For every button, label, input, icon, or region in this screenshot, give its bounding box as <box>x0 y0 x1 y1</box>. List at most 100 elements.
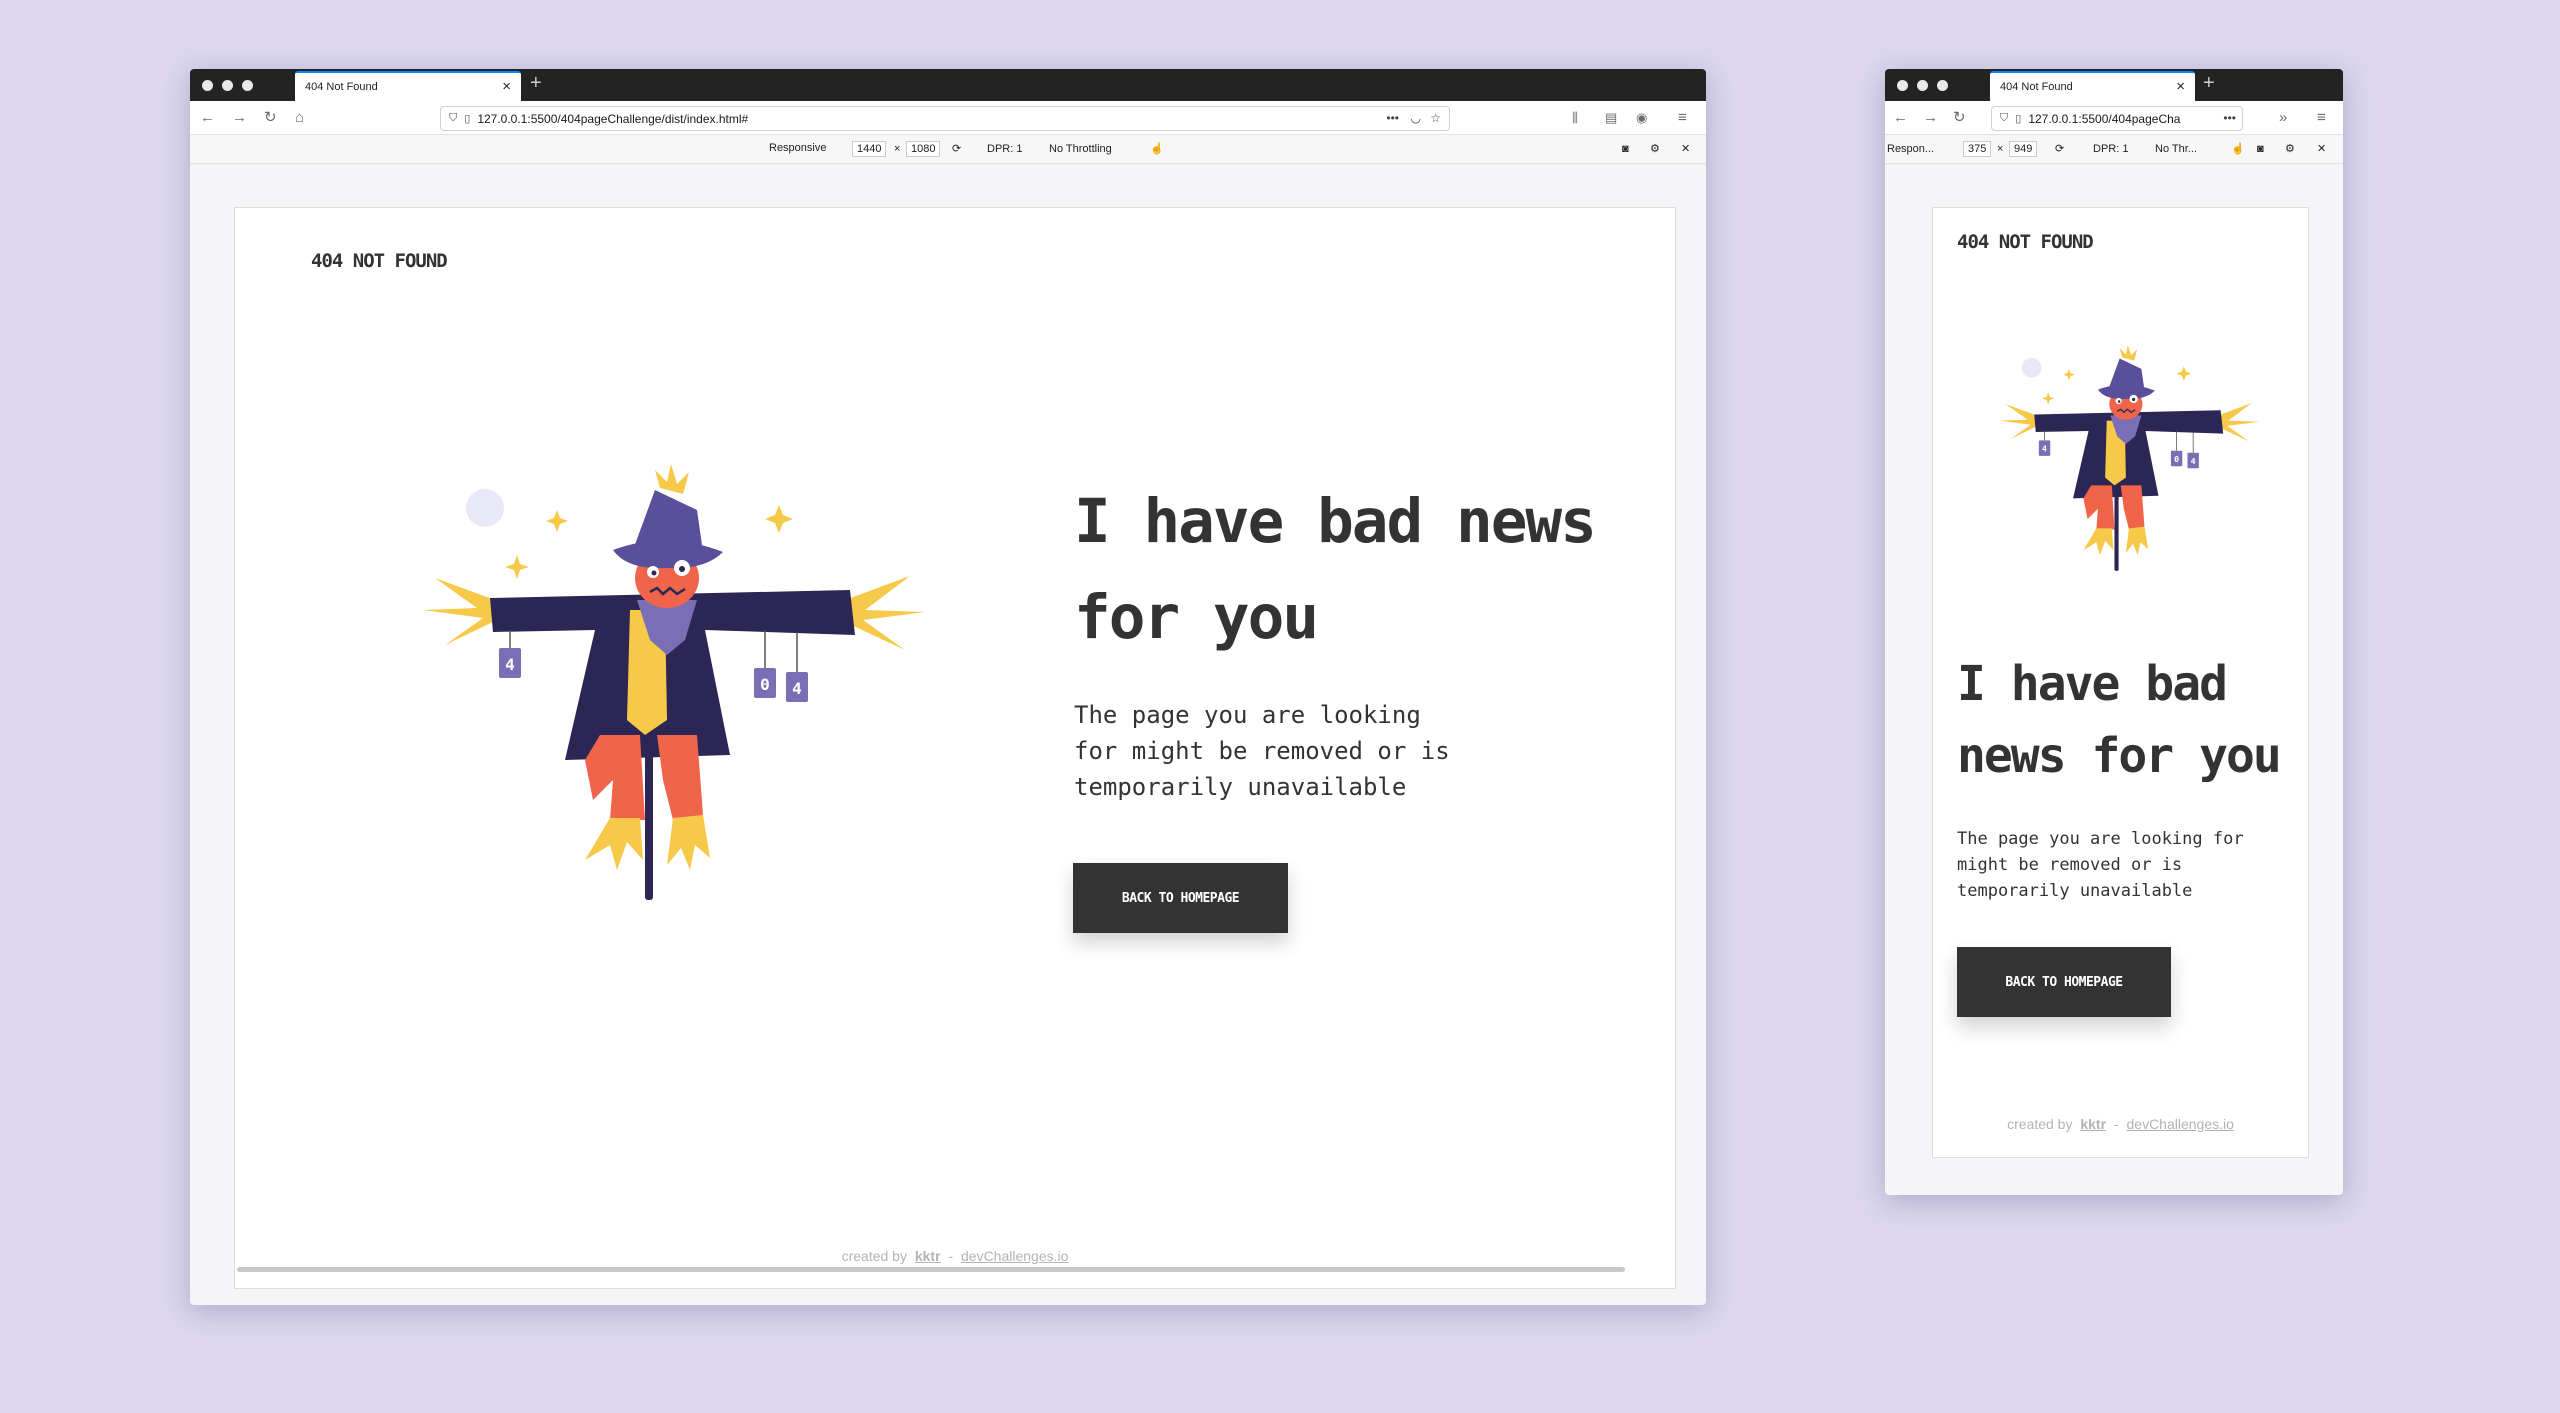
hanging-can-4: 4 <box>2038 440 2051 456</box>
close-window-button[interactable] <box>202 80 213 91</box>
page-description: The page you are looking for might be re… <box>1074 701 1450 801</box>
settings-gear-icon[interactable]: ⚙ <box>1650 142 1660 156</box>
menu-icon[interactable]: ≡ <box>2317 109 2326 127</box>
tab-strip: 404 Not Found × + <box>190 69 1706 101</box>
overflow-chevron-icon[interactable]: » <box>2279 109 2287 127</box>
settings-gear-icon[interactable]: ⚙ <box>2285 142 2295 156</box>
svg-text:4: 4 <box>505 655 515 674</box>
close-tab-icon[interactable]: × <box>2176 79 2185 94</box>
reload-icon[interactable]: ↻ <box>264 109 277 127</box>
svg-text:0: 0 <box>2174 454 2179 464</box>
page-icon: ▯ <box>2015 113 2022 125</box>
left-leg <box>585 735 645 820</box>
bookmark-star-icon[interactable]: ☆ <box>1430 111 1441 125</box>
throttling-select[interactable]: No Thr... <box>2155 142 2197 156</box>
rotate-icon[interactable]: ⟳ <box>2055 142 2064 156</box>
touch-simulation-icon[interactable]: ☝ <box>2231 142 2245 156</box>
device-select[interactable]: Respon... <box>1887 142 1934 156</box>
back-icon[interactable]: ← <box>200 109 215 127</box>
url-text: 127.0.0.1:5500/404pageCha <box>2028 111 2181 126</box>
url-text: 127.0.0.1:5500/404pageChallenge/dist/ind… <box>477 111 749 126</box>
menu-icon[interactable]: ≡ <box>1678 109 1687 127</box>
navigation-toolbar: ← → ↻ ⛉ ▯ 127.0.0.1:5500/404pageCha ••• … <box>1885 101 2343 135</box>
viewport-height-input[interactable]: 949 <box>2009 141 2038 157</box>
footer-separator: - <box>2113 1116 2119 1132</box>
dimension-separator: × <box>894 143 901 155</box>
dpr-select[interactable]: DPR: 1 <box>987 142 1022 156</box>
horizontal-scrollbar[interactable] <box>237 1267 1625 1272</box>
responsive-design-toolbar: Respon... 375 × 949 ⟳ DPR: 1 No Thr... ☝… <box>1885 135 2343 164</box>
tracking-shield-icon[interactable]: ⛉ <box>449 112 457 125</box>
device-select[interactable]: Responsive <box>765 141 830 155</box>
page-actions-icon[interactable]: ••• <box>1386 111 1399 125</box>
page-description: The page you are looking for might be re… <box>1957 829 2244 901</box>
new-tab-icon[interactable]: + <box>530 73 542 93</box>
reload-icon[interactable]: ↻ <box>1953 109 1966 127</box>
hanging-can-0: 0 <box>2170 450 2183 467</box>
right-leg <box>657 735 703 820</box>
address-bar[interactable]: ⛉ ▯ 127.0.0.1:5500/404pageCha ••• <box>1991 106 2243 131</box>
dimension-separator: × <box>1997 143 2004 155</box>
devchallenges-link[interactable]: devChallenges.io <box>961 1248 1068 1264</box>
desktop-browser-window: 404 Not Found × + ← → ↻ ⌂ ⛉ ▯ 127.0.0.1:… <box>190 69 1706 1305</box>
navigation-toolbar: ← → ↻ ⌂ ⛉ ▯ 127.0.0.1:5500/404pageChalle… <box>190 101 1706 135</box>
minimize-window-button[interactable] <box>222 80 233 91</box>
hanging-can-0: 0 <box>754 668 776 698</box>
screenshot-icon[interactable]: ◙ <box>1622 142 1629 156</box>
svg-text:4: 4 <box>792 679 802 698</box>
back-icon[interactable]: ← <box>1893 109 1908 127</box>
page-headline: I have bad news for you <box>1957 656 2282 784</box>
viewport-height-input[interactable]: 1080 <box>906 141 941 157</box>
home-icon[interactable]: ⌂ <box>295 109 304 127</box>
back-to-homepage-button[interactable]: BACK TO HOMEPAGE <box>1073 863 1288 933</box>
back-to-homepage-button[interactable]: BACK TO HOMEPAGE <box>1957 947 2171 1017</box>
dpr-select[interactable]: DPR: 1 <box>2093 142 2128 156</box>
mobile-browser-window: 404 Not Found × + ← → ↻ ⛉ ▯ 127.0.0.1:55… <box>1885 69 2343 1195</box>
author-link[interactable]: kktr <box>2080 1116 2106 1132</box>
page-actions-icon[interactable]: ••• <box>2219 111 2236 125</box>
footer-prefix: created by <box>841 1248 907 1264</box>
moon-decoration <box>466 489 504 527</box>
footer-separator: - <box>948 1248 954 1264</box>
minimize-window-button[interactable] <box>1917 80 1928 91</box>
page-icon: ▯ <box>464 113 471 125</box>
touch-simulation-icon[interactable]: ☝ <box>1150 142 1164 156</box>
library-icon[interactable]: ⫼ <box>1572 109 1578 127</box>
new-tab-icon[interactable]: + <box>2203 73 2215 93</box>
account-icon[interactable]: ◉ <box>1636 109 1647 127</box>
tracking-shield-icon[interactable]: ⛉ <box>2000 112 2008 125</box>
sidebar-icon[interactable]: ▤ <box>1605 109 1617 127</box>
hat-straw <box>655 464 689 494</box>
pocket-icon[interactable]: ◡ <box>1411 111 1421 125</box>
forward-icon[interactable]: → <box>232 109 247 127</box>
tab-404-not-found[interactable]: 404 Not Found × <box>1990 71 2195 101</box>
devchallenges-link[interactable]: devChallenges.io <box>2127 1116 2234 1132</box>
close-window-button[interactable] <box>1897 80 1908 91</box>
close-rdm-icon[interactable]: ✕ <box>1681 142 1690 156</box>
window-controls <box>1897 80 1948 91</box>
page-footer: created by kktr - devChallenges.io <box>1933 1116 2308 1132</box>
svg-text:4: 4 <box>2191 456 2196 466</box>
site-logo[interactable]: 404 NOT FOUND <box>1957 231 2094 253</box>
zoom-window-button[interactable] <box>242 80 253 91</box>
viewport-width-input[interactable]: 375 <box>1963 141 1992 157</box>
desktop-page-viewport: 404 NOT FOUND 4 0 4 I have bad news for … <box>234 207 1676 1289</box>
close-rdm-icon[interactable]: ✕ <box>2317 142 2326 156</box>
window-controls <box>202 80 253 91</box>
forward-icon[interactable]: → <box>1923 109 1938 127</box>
svg-text:0: 0 <box>760 675 770 694</box>
responsive-design-toolbar: Responsive 1440 × 1080 ⟳ DPR: 1 No Throt… <box>190 135 1706 164</box>
close-tab-icon[interactable]: × <box>502 79 511 94</box>
tab-404-not-found[interactable]: 404 Not Found × <box>295 71 521 101</box>
hanging-can-4b: 4 <box>2187 452 2199 469</box>
zoom-window-button[interactable] <box>1937 80 1948 91</box>
page-headline: I have bad news for you <box>1074 486 1597 653</box>
rotate-icon[interactable]: ⟳ <box>952 142 961 156</box>
address-bar[interactable]: ⛉ ▯ 127.0.0.1:5500/404pageChallenge/dist… <box>440 106 1450 131</box>
author-link[interactable]: kktr <box>915 1248 941 1264</box>
site-logo[interactable]: 404 NOT FOUND <box>311 250 448 272</box>
footer-prefix: created by <box>2007 1116 2073 1132</box>
throttling-select[interactable]: No Throttling <box>1049 142 1112 156</box>
screenshot-icon[interactable]: ◙ <box>2257 142 2264 156</box>
viewport-width-input[interactable]: 1440 <box>852 141 887 157</box>
